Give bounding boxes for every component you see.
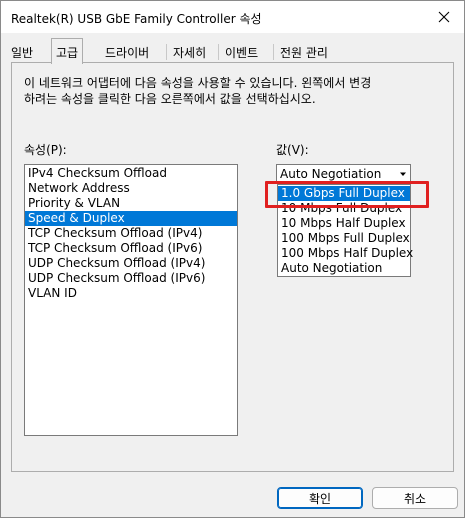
- panel-description: 이 네트워크 어댑터에 다음 속성을 사용할 수 있습니다. 왼쪽에서 변경 하…: [24, 76, 372, 106]
- close-button[interactable]: [434, 7, 454, 27]
- property-item[interactable]: TCP Checksum Offload (IPv6): [25, 241, 237, 256]
- dropdown-option[interactable]: 100 Mbps Half Duplex: [278, 246, 413, 261]
- property-item-selected[interactable]: Speed & Duplex: [25, 211, 237, 226]
- combobox-value: Auto Negotiation: [280, 167, 382, 181]
- property-item[interactable]: UDP Checksum Offload (IPv4): [25, 256, 237, 271]
- property-item[interactable]: VLAN ID: [25, 286, 237, 301]
- tab-strip: 일반 고급 드라이버 자세히 이벤트 전원 관리: [1, 33, 464, 64]
- tab-separator: [218, 44, 219, 60]
- tab-separator: [273, 44, 274, 60]
- dropdown-option[interactable]: 10 Mbps Half Duplex: [278, 216, 410, 231]
- value-label: 값(V):: [276, 143, 309, 157]
- properties-dialog: Realtek(R) USB GbE Family Controller 속성 …: [0, 0, 465, 518]
- advanced-panel: 이 네트워크 어댑터에 다음 속성을 사용할 수 있습니다. 왼쪽에서 변경 하…: [11, 62, 454, 472]
- property-label: 속성(P):: [24, 143, 67, 157]
- chevron-down-icon[interactable]: [398, 169, 408, 179]
- tab-driver[interactable]: 드라이버: [101, 41, 153, 63]
- value-combobox[interactable]: Auto Negotiation: [276, 164, 411, 183]
- dropdown-option[interactable]: Auto Negotiation: [278, 261, 410, 276]
- close-icon: [438, 11, 450, 23]
- dropdown-option-highlighted[interactable]: 1.0 Gbps Full Duplex: [278, 186, 410, 201]
- property-item[interactable]: Network Address: [25, 181, 237, 196]
- title-bar[interactable]: Realtek(R) USB GbE Family Controller 속성: [1, 1, 464, 33]
- property-item[interactable]: IPv4 Checksum Offload: [25, 166, 237, 181]
- cancel-button[interactable]: 취소: [372, 487, 458, 509]
- dropdown-option[interactable]: 100 Mbps Full Duplex: [278, 231, 410, 246]
- window-title: Realtek(R) USB GbE Family Controller 속성: [11, 12, 262, 26]
- tab-details[interactable]: 자세히: [169, 41, 210, 63]
- dropdown-option[interactable]: 10 Mbps Full Duplex: [278, 201, 410, 216]
- property-list[interactable]: IPv4 Checksum Offload Network Address Pr…: [24, 164, 238, 436]
- property-item[interactable]: UDP Checksum Offload (IPv6): [25, 271, 237, 286]
- ok-button[interactable]: 확인: [277, 487, 363, 509]
- tab-power-management[interactable]: 전원 관리: [276, 41, 332, 63]
- tab-general[interactable]: 일반: [7, 41, 37, 63]
- value-dropdown-list[interactable]: 1.0 Gbps Full Duplex 10 Mbps Full Duplex…: [277, 184, 413, 277]
- property-item[interactable]: Priority & VLAN: [25, 196, 237, 211]
- tab-advanced[interactable]: 고급: [51, 38, 84, 64]
- tab-separator: [166, 44, 167, 60]
- property-item[interactable]: TCP Checksum Offload (IPv4): [25, 226, 237, 241]
- tab-events[interactable]: 이벤트: [221, 41, 262, 63]
